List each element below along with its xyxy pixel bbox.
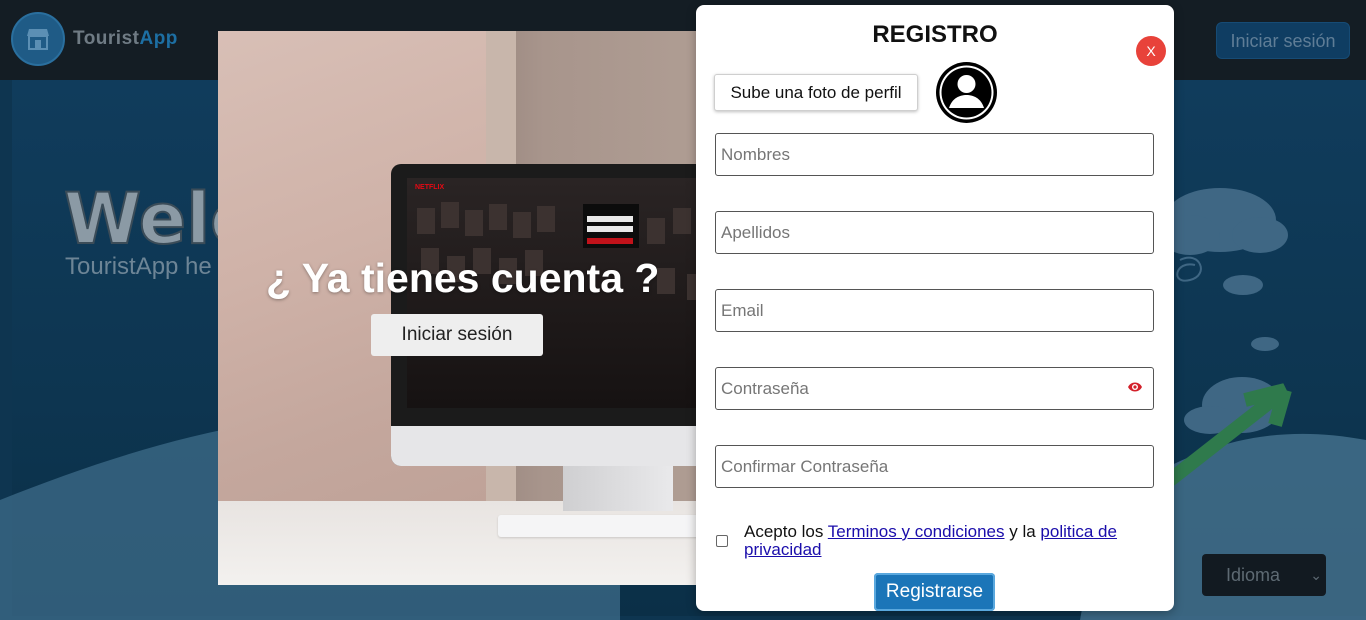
desk (218, 501, 718, 585)
promo-title: ¿ Ya tienes cuenta ? (266, 255, 660, 301)
close-button[interactable]: X (1136, 36, 1166, 66)
netflix-logo: NETFLIX (415, 184, 445, 191)
password-field[interactable]: Contraseña (715, 367, 1154, 410)
chevron-down-icon: ⌄ (1310, 567, 1322, 583)
language-select-value: Idioma (1226, 565, 1281, 585)
screen-tile (441, 202, 459, 228)
terms-text: Acepto los Terminos y condiciones y la p… (744, 523, 1144, 559)
email-field[interactable]: Email (715, 289, 1154, 332)
logo[interactable] (11, 12, 65, 66)
screen-tile (489, 204, 507, 230)
monitor-chin (391, 426, 718, 466)
logo-text-tourist: Tourist (73, 28, 140, 49)
screen-tile (513, 212, 531, 238)
screen-field (587, 226, 633, 232)
terms-link[interactable]: Terminos y condiciones (828, 522, 1005, 541)
screen-tile (673, 208, 691, 234)
upload-photo-button[interactable]: Sube una foto de perfil (714, 74, 918, 111)
screen-button (587, 238, 633, 244)
logo-text-app: App (139, 28, 178, 49)
confirm-password-field[interactable]: Confirmar Contraseña (715, 445, 1154, 488)
eye-icon[interactable] (1127, 381, 1143, 393)
keyboard (498, 515, 718, 537)
screen-field (587, 216, 633, 222)
screen-signin-box (583, 204, 639, 248)
register-modal: REGISTRO X Sube una foto de perfil Nombr… (696, 5, 1174, 611)
screen-tile (417, 208, 435, 234)
register-submit-button[interactable]: Registrarse (874, 573, 995, 611)
user-icon (939, 65, 994, 120)
avatar[interactable] (936, 62, 997, 123)
screen-tile (537, 206, 555, 232)
store-icon (27, 29, 49, 50)
first-name-field[interactable]: Nombres (715, 133, 1154, 176)
screen-tile (647, 218, 665, 244)
terms-checkbox[interactable] (716, 535, 728, 547)
register-title: REGISTRO (872, 21, 998, 48)
login-promo-panel: NETFLIX (218, 31, 718, 585)
language-select[interactable]: Idioma ⌄ (1202, 554, 1326, 596)
promo-login-button[interactable]: Iniciar sesión (371, 314, 543, 356)
terms-prefix: Acepto los (744, 522, 828, 541)
logo-text: TouristApp (73, 28, 178, 50)
terms-middle: y la (1004, 522, 1041, 541)
last-name-field[interactable]: Apellidos (715, 211, 1154, 254)
monitor-stand (563, 466, 673, 511)
header-login-button[interactable]: Iniciar sesión (1216, 22, 1350, 59)
screen-tile (465, 210, 483, 236)
screen-tile (657, 268, 675, 294)
